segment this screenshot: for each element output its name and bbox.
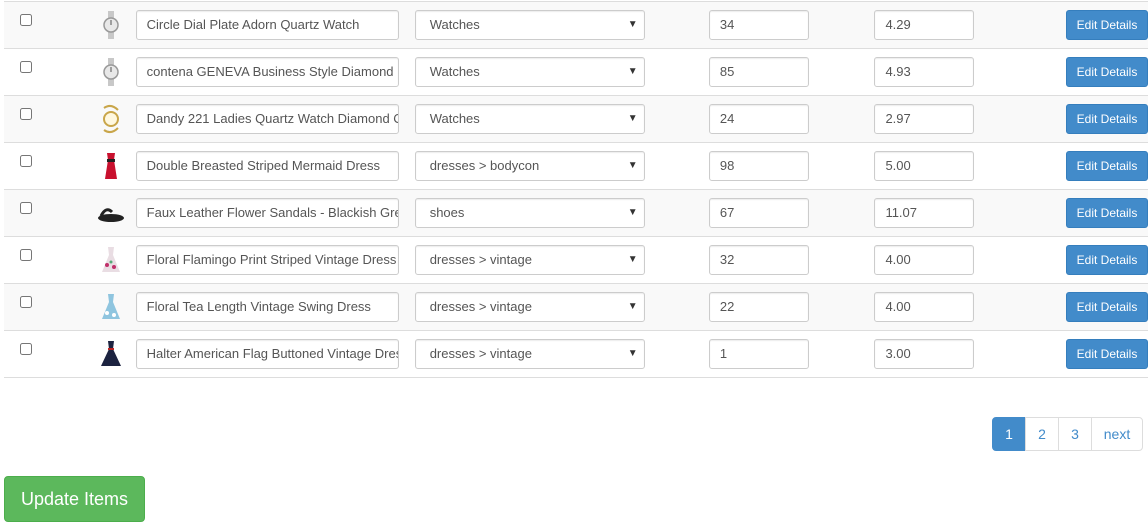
dropdown-caret-icon: ▼	[627, 66, 638, 77]
price-input[interactable]: 5.00	[874, 151, 975, 181]
category-select[interactable]: shoes ▼	[414, 198, 645, 228]
item-name-input[interactable]: Faux Leather Flower Sandals - Blackish G…	[135, 198, 399, 228]
category-select[interactable]: dresses > vintage ▼	[414, 339, 645, 369]
item-name-input[interactable]: Floral Tea Length Vintage Swing Dress	[135, 292, 399, 322]
row-select-checkbox[interactable]	[20, 108, 32, 120]
row-select-checkbox[interactable]	[20, 343, 32, 355]
table-row: Dandy 221 Ladies Quartz Watch Diamond Ca…	[4, 95, 1148, 143]
category-value: Watches	[429, 111, 480, 126]
item-name-input[interactable]: Circle Dial Plate Adorn Quartz Watch	[135, 10, 399, 40]
category-select[interactable]: dresses > vintage ▼	[414, 292, 645, 322]
dropdown-caret-icon: ▼	[627, 301, 638, 312]
price-input[interactable]: 4.00	[874, 245, 975, 275]
quantity-input[interactable]: 85	[708, 57, 809, 87]
quantity-input[interactable]: 98	[708, 151, 809, 181]
gold-watch-icon	[96, 104, 126, 134]
price-input[interactable]: 4.00	[874, 292, 975, 322]
edit-details-button[interactable]: Edit Details	[1066, 104, 1148, 134]
category-value: dresses > vintage	[429, 252, 532, 267]
quantity-input[interactable]: 24	[708, 104, 809, 134]
table-row: Circle Dial Plate Adorn Quartz Watch Watc…	[4, 1, 1148, 49]
row-select-checkbox[interactable]	[20, 249, 32, 261]
edit-details-button[interactable]: Edit Details	[1066, 57, 1148, 87]
price-input[interactable]: 3.00	[874, 339, 975, 369]
watch-icon	[96, 10, 126, 40]
dropdown-caret-icon: ▼	[627, 254, 638, 265]
dropdown-caret-icon: ▼	[627, 160, 638, 171]
item-name-input[interactable]: Floral Flamingo Print Striped Vintage Dr…	[135, 245, 399, 275]
dropdown-caret-icon: ▼	[627, 113, 638, 124]
dropdown-caret-icon: ▼	[627, 207, 638, 218]
edit-details-button[interactable]: Edit Details	[1066, 151, 1148, 181]
quantity-input[interactable]: 22	[708, 292, 809, 322]
quantity-input[interactable]: 1	[708, 339, 809, 369]
edit-details-button[interactable]: Edit Details	[1066, 198, 1148, 228]
table-row: Floral Flamingo Print Striped Vintage Dr…	[4, 237, 1148, 284]
price-input[interactable]: 11.07	[874, 198, 975, 228]
row-select-checkbox[interactable]	[20, 296, 32, 308]
page-2-link[interactable]: 2	[1025, 417, 1059, 451]
item-name-input[interactable]: Halter American Flag Buttoned Vintage Dr…	[135, 339, 399, 369]
category-select[interactable]: Watches ▼	[414, 57, 645, 87]
price-input[interactable]: 4.93	[874, 57, 975, 87]
category-value: Watches	[429, 17, 480, 32]
update-items-button[interactable]: Update Items	[4, 476, 145, 522]
row-select-checkbox[interactable]	[20, 14, 32, 26]
watch-icon	[96, 57, 126, 87]
quantity-input[interactable]: 34	[708, 10, 809, 40]
item-name-input[interactable]: Dandy 221 Ladies Quartz Watch Diamond Ca	[135, 104, 399, 134]
red-dress-icon	[96, 151, 126, 181]
item-name-input[interactable]: contena GENEVA Business Style Diamond R	[135, 57, 399, 87]
dropdown-caret-icon: ▼	[627, 348, 638, 359]
items-table: Circle Dial Plate Adorn Quartz Watch Watc…	[4, 1, 1148, 378]
category-select[interactable]: dresses > vintage ▼	[414, 245, 645, 275]
category-value: Watches	[429, 64, 480, 79]
table-row: contena GENEVA Business Style Diamond R W…	[4, 49, 1148, 96]
edit-details-button[interactable]: Edit Details	[1066, 245, 1148, 275]
category-value: dresses > bodycon	[429, 158, 540, 173]
category-value: shoes	[429, 205, 465, 220]
table-row: Faux Leather Flower Sandals - Blackish G…	[4, 189, 1148, 237]
table-row: Double Breasted Striped Mermaid Dress dre…	[4, 143, 1148, 190]
table-row: Floral Tea Length Vintage Swing Dress dre…	[4, 283, 1148, 331]
dropdown-caret-icon: ▼	[627, 19, 638, 30]
pagination: 1 2 3 next	[992, 417, 1143, 451]
category-select[interactable]: Watches ▼	[414, 104, 645, 134]
item-name-input[interactable]: Double Breasted Striped Mermaid Dress	[135, 151, 399, 181]
row-select-checkbox[interactable]	[20, 155, 32, 167]
quantity-input[interactable]: 67	[708, 198, 809, 228]
category-value: dresses > vintage	[429, 346, 532, 361]
floral-dress-icon	[96, 245, 126, 275]
next-page-link[interactable]: next	[1091, 417, 1143, 451]
category-select[interactable]: dresses > bodycon ▼	[414, 151, 645, 181]
price-input[interactable]: 2.97	[874, 104, 975, 134]
page-3-link[interactable]: 3	[1058, 417, 1092, 451]
category-select[interactable]: Watches ▼	[414, 10, 645, 40]
category-value: dresses > vintage	[429, 299, 532, 314]
price-input[interactable]: 4.29	[874, 10, 975, 40]
blue-dress-icon	[96, 292, 126, 322]
sandal-icon	[96, 198, 126, 228]
edit-details-button[interactable]: Edit Details	[1066, 339, 1148, 369]
quantity-input[interactable]: 32	[708, 245, 809, 275]
row-select-checkbox[interactable]	[20, 61, 32, 73]
edit-details-button[interactable]: Edit Details	[1066, 10, 1148, 40]
row-select-checkbox[interactable]	[20, 202, 32, 214]
page-1-link[interactable]: 1	[992, 417, 1026, 451]
navy-dress-icon	[96, 339, 126, 369]
table-row: Halter American Flag Buttoned Vintage Dr…	[4, 331, 1148, 378]
edit-details-button[interactable]: Edit Details	[1066, 292, 1148, 322]
